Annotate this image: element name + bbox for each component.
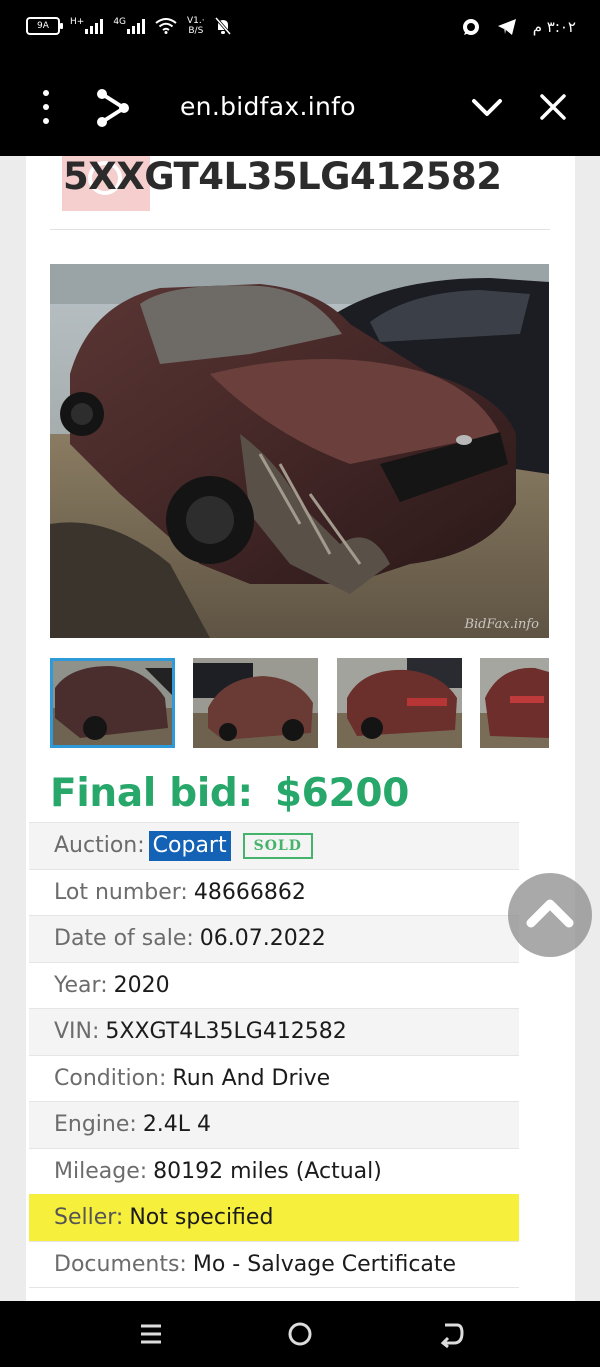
car-photo-illustration [50, 264, 549, 638]
bell-muted-icon [214, 17, 231, 35]
detail-value: 06.07.2022 [199, 926, 326, 952]
detail-row-seller: Seller: Not specified [29, 1194, 519, 1242]
photo-watermark: BidFax.info [464, 617, 539, 632]
final-bid-label: Final bid: [50, 771, 253, 816]
detail-value: Run And Drive [172, 1065, 331, 1091]
browser-toolbar: en.bidfax.info [0, 60, 600, 156]
recent-apps-icon[interactable] [136, 1319, 166, 1349]
detail-row-year: Year: 2020 [29, 961, 519, 1009]
detail-value: 2020 [113, 972, 170, 998]
detail-row-date: Date of sale: 06.07.2022 [29, 915, 519, 963]
battery-icon: 9A [26, 17, 63, 35]
thumbnail-4[interactable] [480, 658, 549, 748]
detail-value: Mo - Salvage Certificate [192, 1251, 457, 1277]
detail-row-documents: Documents: Mo - Salvage Certificate [29, 1240, 519, 1288]
data-speed: V1.· B/S [187, 16, 205, 36]
detail-label: Condition: [54, 1065, 167, 1091]
sold-badge: SOLD [242, 832, 313, 859]
detail-row-lot: Lot number: 48666862 [29, 868, 519, 916]
detail-label: Seller: [54, 1205, 124, 1231]
share-icon[interactable] [94, 88, 130, 128]
detail-value: 2.4L 4 [142, 1112, 212, 1138]
clock: ٣:٠٢ م [532, 18, 576, 36]
detail-row-mileage: Mileage: 80192 miles (Actual) [29, 1147, 519, 1195]
thumbnail-strip [50, 658, 549, 748]
telegram-icon [497, 19, 516, 35]
menu-dots-icon[interactable] [34, 90, 58, 124]
thumbnail-3[interactable] [337, 658, 462, 748]
detail-row-engine: Engine: 2.4L 4 [29, 1101, 519, 1149]
detail-label: Documents: [54, 1251, 187, 1277]
detail-label: Lot number: [54, 879, 188, 905]
auction-label: Auction: [54, 833, 145, 859]
back-icon[interactable] [436, 1319, 466, 1349]
detail-value: Not specified [129, 1205, 274, 1231]
details-list: Auction: Copart SOLD Lot number: 48666862… [29, 822, 519, 1288]
final-bid-price: $6200 [274, 771, 410, 816]
home-icon[interactable] [285, 1319, 315, 1349]
data-speed-unit: B/S [188, 26, 204, 36]
web-page: 5XXGT4L35LG412582 BidFax.info Final bid:… [0, 156, 600, 1301]
signal-2: 4G [113, 17, 146, 34]
detail-value: 80192 miles (Actual) [153, 1158, 382, 1184]
main-car-photo[interactable]: BidFax.info [50, 264, 549, 638]
chevron-up-icon [526, 899, 574, 928]
detail-row-auction: Auction: Copart SOLD [29, 822, 519, 870]
whatsapp-icon [462, 19, 479, 35]
thumbnail-1[interactable] [50, 658, 175, 748]
data-speed-value: V1.· [187, 16, 205, 26]
detail-row-condition: Condition: Run And Drive [29, 1054, 519, 1102]
signal-1: H+ [70, 17, 104, 34]
detail-label: Date of sale: [54, 926, 194, 952]
detail-label: Engine: [54, 1112, 137, 1138]
detail-label: Mileage: [54, 1158, 148, 1184]
copart-badge[interactable]: Copart [148, 830, 231, 861]
chevron-down-icon[interactable] [470, 90, 504, 124]
signal-bars-icon [127, 18, 146, 34]
thumbnail-2[interactable] [193, 658, 318, 748]
detail-value: 48666862 [193, 879, 306, 905]
url-bar[interactable]: en.bidfax.info [180, 90, 356, 124]
scroll-to-top-button[interactable] [508, 873, 592, 957]
close-icon[interactable] [536, 90, 570, 124]
system-nav-bar [0, 1301, 600, 1367]
final-bid: Final bid: $6200 [50, 769, 409, 819]
network-type-b: 4G [113, 17, 127, 27]
signal-bars-icon [85, 18, 104, 34]
detail-label: VIN: [54, 1019, 100, 1045]
status-bar: 9A H+ 4G V1.· B/S ٣:٠٢ م [0, 0, 600, 60]
detail-label: Year: [54, 972, 108, 998]
divider [50, 229, 550, 230]
network-type-a: H+ [70, 17, 85, 27]
detail-value: 5XXGT4L35LG412582 [105, 1019, 347, 1045]
vin-title: 5XXGT4L35LG412582 [63, 156, 502, 198]
wifi-icon [155, 18, 177, 34]
detail-row-vin: VIN: 5XXGT4L35LG412582 [29, 1008, 519, 1056]
battery-level: 9A [37, 21, 49, 31]
